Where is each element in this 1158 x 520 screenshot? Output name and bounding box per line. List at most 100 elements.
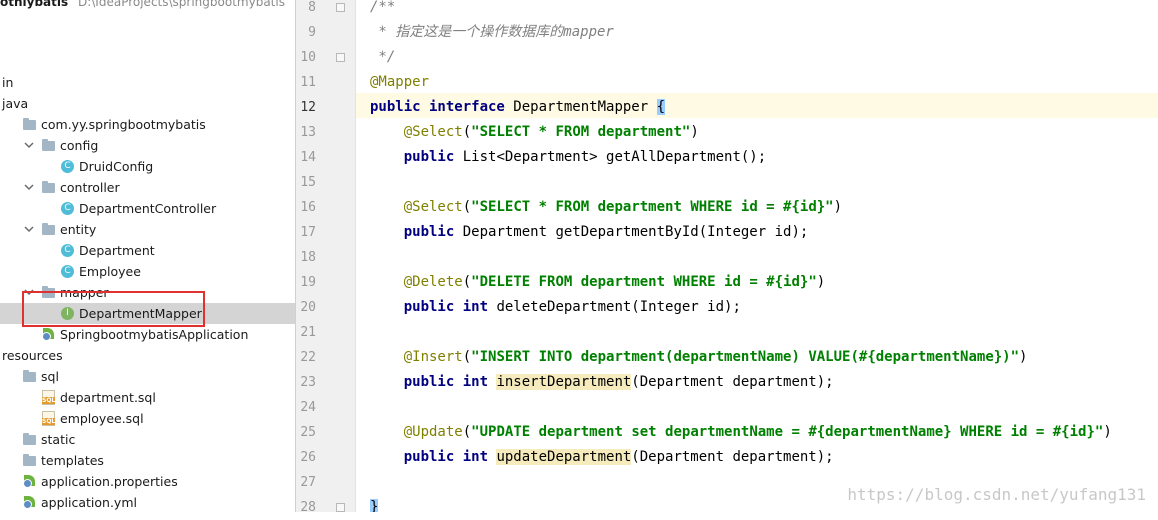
line-number: 22 (300, 350, 316, 365)
tree-item[interactable]: config (0, 135, 295, 156)
tree-item[interactable]: in (0, 72, 295, 93)
tree-item[interactable]: C DepartmentController (0, 198, 295, 219)
project-path: D:\IdeaProjects\springbootmybatis (77, 0, 285, 9)
code-line: * 指定这是一个操作数据库的mapper (370, 24, 614, 40)
editor-gutter: 8 9 10 11 12 13 14 15 16 17 18 19 20 21 22 23 24 25 26 27 28 (296, 0, 356, 515)
line-number: 28 (300, 500, 316, 515)
tree-item-label: SpringbootmybatisApplication (60, 327, 249, 342)
line-number: 17 (300, 225, 316, 240)
folder-icon (23, 114, 37, 135)
tree-item-label: Department (79, 243, 155, 258)
code-line: public int updateDepartment(Department d… (403, 449, 834, 465)
folder-icon (23, 450, 37, 471)
fold-marker-icon[interactable] (336, 3, 345, 12)
chevron-down-icon[interactable] (24, 135, 34, 156)
code-line: public List<Department> getAllDepartment… (403, 149, 767, 165)
code-line: public int deleteDepartment(Integer id); (403, 299, 741, 315)
code-line: @Insert("INSERT INTO department(departme… (403, 349, 1028, 365)
code-line: @Select("SELECT * FROM department") (403, 124, 699, 140)
line-number: 9 (308, 25, 316, 40)
tree-item[interactable]: application.yml (0, 492, 295, 512)
tree-item-label: resources (2, 348, 63, 363)
class-icon: C (61, 240, 75, 261)
line-number: 16 (300, 200, 316, 215)
tree-item-label: DruidConfig (79, 159, 154, 174)
code-line: @Update("UPDATE department set departmen… (403, 424, 1112, 440)
folder-icon (42, 135, 56, 156)
tree-item[interactable]: SpringbootmybatisApplication (0, 324, 295, 345)
code-line: public int insertDepartment(Department d… (403, 374, 834, 390)
class-icon: C (61, 156, 75, 177)
line-number: 13 (300, 125, 316, 140)
line-number: 27 (300, 475, 316, 490)
tree-item[interactable]: SQL department.sql (0, 387, 295, 408)
code-line: @Select("SELECT * FROM department WHERE … (403, 199, 843, 215)
line-number: 18 (300, 250, 316, 265)
tree-item-label: sql (41, 369, 59, 384)
tree-item-label: department.sql (60, 390, 156, 405)
tree-item[interactable]: application.properties (0, 471, 295, 492)
tree-item[interactable]: C DruidConfig (0, 156, 295, 177)
tree-item[interactable]: java (0, 93, 295, 114)
code-line: } (370, 495, 379, 512)
code-editor[interactable]: /** * 指定这是一个操作数据库的mapper */ @Mapper public… (356, 0, 1158, 512)
line-number: 26 (300, 450, 316, 465)
tree-item-label: controller (60, 180, 120, 195)
tree-item-label: java (2, 96, 29, 111)
class-icon: C (61, 198, 75, 219)
tree-item-label: Employee (79, 264, 141, 279)
folder-icon (42, 177, 56, 198)
code-line: @Delete("DELETE FROM department WHERE id… (403, 274, 826, 290)
tree-item[interactable]: SQL employee.sql (0, 408, 295, 429)
tree-item-label: DepartmentController (79, 201, 217, 216)
tree-item-label: application.yml (41, 495, 137, 510)
tree-item-label: application.properties (41, 474, 178, 489)
sql-file-icon: SQL (42, 408, 56, 429)
tree-item[interactable]: com.yy.springbootmybatis (0, 114, 295, 135)
project-name: othlybatis (0, 0, 69, 9)
line-number: 11 (300, 75, 316, 90)
line-number: 14 (300, 150, 316, 165)
tree-item-label: entity (60, 222, 97, 237)
line-number: 24 (300, 400, 316, 415)
chevron-down-icon[interactable] (24, 219, 34, 240)
code-line: public Department getDepartmentById(Inte… (403, 224, 809, 240)
tree-item-label: employee.sql (60, 411, 144, 426)
tree-item[interactable]: C Employee (0, 261, 295, 282)
folder-icon (23, 366, 37, 387)
line-number: 10 (300, 50, 316, 65)
watermark: https://blog.csdn.net/yufang131 (847, 485, 1146, 504)
code-line: /** (370, 0, 396, 15)
line-number: 20 (300, 300, 316, 315)
code-line: public interface DepartmentMapper { (370, 99, 666, 115)
highlight-box (22, 291, 205, 327)
tree-item[interactable]: controller (0, 177, 295, 198)
tree-item-label: templates (41, 453, 104, 468)
tree-item[interactable]: entity (0, 219, 295, 240)
sql-file-icon: SQL (42, 387, 56, 408)
line-number: 12 (300, 100, 316, 115)
code-line: */ (370, 49, 396, 65)
line-number: 25 (300, 425, 316, 440)
code-line: @Mapper (370, 74, 430, 90)
tree-item[interactable]: static (0, 429, 295, 450)
tree-item-label: com.yy.springbootmybatis (41, 117, 206, 132)
tree-item[interactable]: templates (0, 450, 295, 471)
folder-icon (23, 429, 37, 450)
spring-leaf-icon (42, 324, 56, 345)
class-icon: C (61, 261, 75, 282)
line-number: 19 (300, 275, 316, 290)
line-number: 21 (300, 325, 316, 340)
line-number: 15 (300, 175, 316, 190)
tree-item[interactable]: sql (0, 366, 295, 387)
line-number: 23 (300, 375, 316, 390)
fold-marker-icon[interactable] (336, 503, 345, 512)
tree-item[interactable]: resources (0, 345, 295, 366)
tree-item-label: static (41, 432, 76, 447)
folder-icon (42, 219, 56, 240)
tree-item[interactable]: C Department (0, 240, 295, 261)
chevron-down-icon[interactable] (24, 177, 34, 198)
project-header[interactable]: othlybatis D:\IdeaProjects\springbootmyb… (0, 0, 285, 9)
fold-marker-icon[interactable] (336, 53, 345, 62)
spring-leaf-icon (23, 492, 37, 512)
